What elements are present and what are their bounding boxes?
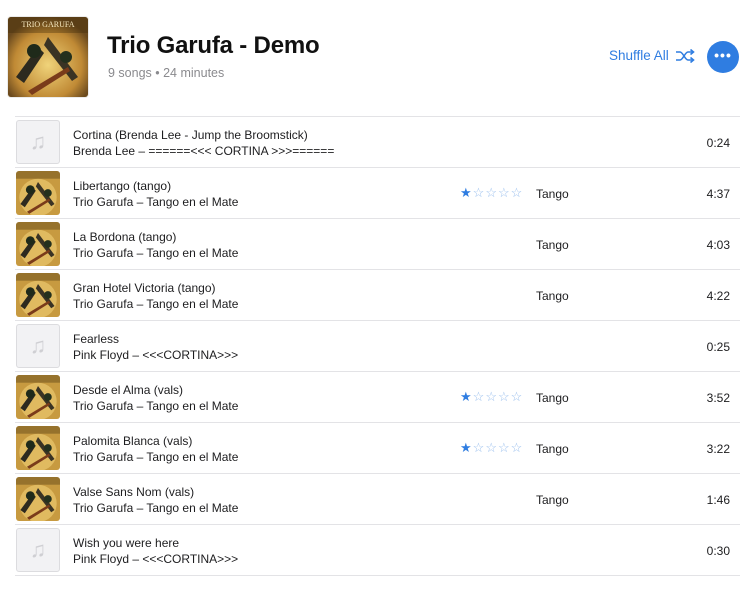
- artwork-placeholder: ♫: [16, 324, 60, 368]
- playlist-header: TRIO GARUFA Trio Garufa - Demo 9 songs •…: [0, 0, 755, 116]
- more-icon: •••: [714, 47, 732, 63]
- song-genre: Tango: [536, 238, 569, 252]
- album-artwork-thumbnail: [16, 375, 60, 419]
- song-genre: Tango: [536, 391, 569, 405]
- song-row[interactable]: ♫ Wish you were here Pink Floyd – <<<CORTI…: [15, 524, 740, 576]
- rating-stars[interactable]: ★☆☆☆☆: [460, 389, 523, 405]
- song-duration: 0:24: [706, 136, 730, 150]
- more-options-button[interactable]: •••: [707, 41, 739, 73]
- music-note-icon: ♫: [29, 333, 47, 358]
- song-row[interactable]: ♫ Fearless Pink Floyd – <<<CORTINA>>> 0:25: [15, 320, 740, 371]
- song-row[interactable]: Desde el Alma (vals) Trio Garufa – Tango …: [15, 371, 740, 422]
- song-duration: 4:22: [706, 289, 730, 303]
- song-title: Cortina (Brenda Lee - Jump the Broomstic…: [73, 128, 308, 142]
- star-empty-icon[interactable]: ☆: [485, 440, 498, 455]
- star-empty-icon[interactable]: ☆: [511, 389, 524, 404]
- music-note-icon: ♫: [29, 537, 47, 562]
- song-artist-album: Trio Garufa – Tango en el Mate: [73, 195, 239, 209]
- song-genre: Tango: [536, 442, 569, 456]
- star-empty-icon[interactable]: ☆: [498, 185, 511, 200]
- rating-stars[interactable]: ★☆☆☆☆: [460, 185, 523, 201]
- star-empty-icon[interactable]: ☆: [498, 440, 511, 455]
- album-artwork-thumbnail: [16, 273, 60, 317]
- star-empty-icon[interactable]: ☆: [473, 389, 486, 404]
- rating-stars[interactable]: ★☆☆☆☆: [460, 440, 523, 456]
- star-empty-icon[interactable]: ☆: [473, 440, 486, 455]
- song-artist-album: Trio Garufa – Tango en el Mate: [73, 501, 239, 515]
- star-filled-icon[interactable]: ★: [460, 389, 473, 404]
- song-artist-album: Trio Garufa – Tango en el Mate: [73, 297, 239, 311]
- album-art-image: TRIO GARUFA: [8, 17, 88, 97]
- album-artwork-thumbnail: [16, 426, 60, 470]
- star-filled-icon[interactable]: ★: [460, 185, 473, 200]
- album-cover-caption: TRIO GARUFA: [22, 20, 75, 29]
- star-empty-icon[interactable]: ☆: [511, 185, 524, 200]
- song-row[interactable]: Gran Hotel Victoria (tango) Trio Garufa –…: [15, 269, 740, 320]
- star-empty-icon[interactable]: ☆: [498, 389, 511, 404]
- song-row[interactable]: ♫ Cortina (Brenda Lee - Jump the Broomsti…: [15, 116, 740, 167]
- album-artwork-thumbnail: [16, 171, 60, 215]
- song-row[interactable]: Valse Sans Nom (vals) Trio Garufa – Tango…: [15, 473, 740, 524]
- shuffle-all-label: Shuffle All: [609, 48, 669, 63]
- song-row[interactable]: Libertango (tango) Trio Garufa – Tango en…: [15, 167, 740, 218]
- song-duration: 1:46: [706, 493, 730, 507]
- song-duration: 0:30: [706, 544, 730, 558]
- page-title: Trio Garufa - Demo: [107, 32, 320, 59]
- song-row[interactable]: Palomita Blanca (vals) Trio Garufa – Tang…: [15, 422, 740, 473]
- artwork-placeholder: ♫: [16, 120, 60, 164]
- song-duration: 4:37: [706, 187, 730, 201]
- star-empty-icon[interactable]: ☆: [485, 389, 498, 404]
- album-artwork-thumbnail: [16, 222, 60, 266]
- song-genre: Tango: [536, 493, 569, 507]
- song-duration: 4:03: [706, 238, 730, 252]
- song-title: Gran Hotel Victoria (tango): [73, 281, 216, 295]
- song-artist-album: Trio Garufa – Tango en el Mate: [73, 399, 239, 413]
- song-title: Palomita Blanca (vals): [73, 434, 193, 448]
- song-duration: 3:22: [706, 442, 730, 456]
- song-title: La Bordona (tango): [73, 230, 177, 244]
- album-artwork-thumbnail: [16, 477, 60, 521]
- song-artist-album: Pink Floyd – <<<CORTINA>>>: [73, 348, 239, 362]
- shuffle-all-button[interactable]: Shuffle All: [609, 48, 695, 63]
- song-duration: 0:25: [706, 340, 730, 354]
- song-artist-album: Trio Garufa – Tango en el Mate: [73, 246, 239, 260]
- song-list: ♫ Cortina (Brenda Lee - Jump the Broomsti…: [15, 116, 740, 576]
- playlist-summary: 9 songs • 24 minutes: [108, 66, 225, 80]
- song-title: Desde el Alma (vals): [73, 383, 184, 397]
- song-artist-album: Brenda Lee – ======<<< CORTINA >>>======: [73, 144, 335, 158]
- song-title: Libertango (tango): [73, 179, 172, 193]
- artwork-placeholder: ♫: [16, 528, 60, 572]
- album-cover: TRIO GARUFA: [8, 17, 88, 97]
- music-note-icon: ♫: [29, 129, 47, 154]
- star-filled-icon[interactable]: ★: [460, 440, 473, 455]
- song-title: Fearless: [73, 332, 120, 346]
- song-artist-album: Trio Garufa – Tango en el Mate: [73, 450, 239, 464]
- song-title: Valse Sans Nom (vals): [73, 485, 195, 499]
- song-artist-album: Pink Floyd – <<<CORTINA>>>: [73, 552, 239, 566]
- star-empty-icon[interactable]: ☆: [473, 185, 486, 200]
- song-genre: Tango: [536, 289, 569, 303]
- song-row[interactable]: La Bordona (tango) Trio Garufa – Tango en…: [15, 218, 740, 269]
- song-duration: 3:52: [706, 391, 730, 405]
- shuffle-icon: [675, 48, 695, 63]
- song-genre: Tango: [536, 187, 569, 201]
- song-title: Wish you were here: [73, 536, 180, 550]
- star-empty-icon[interactable]: ☆: [485, 185, 498, 200]
- star-empty-icon[interactable]: ☆: [511, 440, 524, 455]
